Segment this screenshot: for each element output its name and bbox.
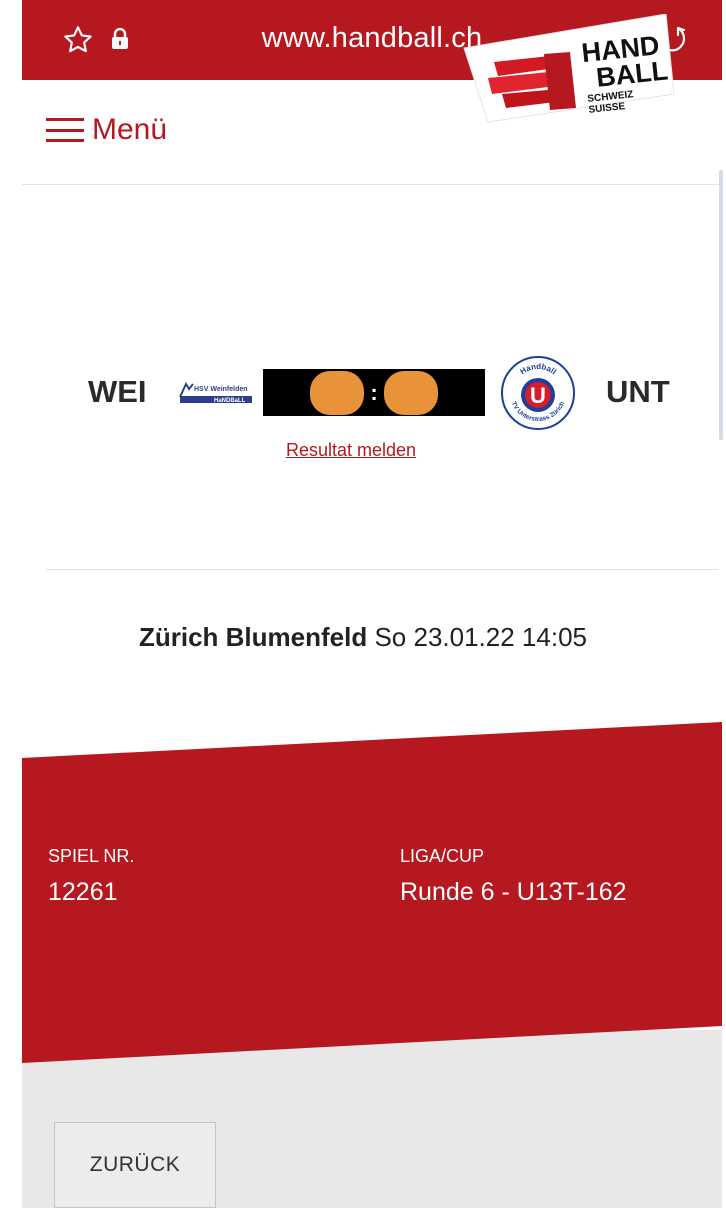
venue-name: Zürich Blumenfeld bbox=[138, 622, 368, 652]
league-value: Runde 6 - U13T-162 bbox=[400, 878, 627, 906]
league-label: LIGA/CUP bbox=[400, 846, 485, 866]
divider bbox=[46, 569, 718, 570]
away-logo-letter: U bbox=[530, 383, 546, 408]
score-box: : bbox=[263, 369, 485, 416]
game-number-value: 12261 bbox=[48, 878, 118, 906]
venue-datetime-line: Zürich Blumenfeld So 23.01.22 14:05 bbox=[0, 622, 726, 653]
away-team-logo: Handball TV Unterstrass Zürich U bbox=[501, 356, 575, 430]
menu-button[interactable]: Menü bbox=[46, 110, 167, 150]
home-team-logo: HSV Weinfelden HaNDBaLL bbox=[179, 381, 252, 404]
game-datetime: So 23.01.22 14:05 bbox=[374, 622, 587, 652]
away-score-hidden bbox=[383, 370, 438, 415]
menu-label: Menü bbox=[92, 113, 168, 146]
back-button[interactable]: ZURÜCK bbox=[54, 1122, 216, 1208]
hamburger-icon bbox=[46, 118, 84, 142]
game-number-label: SPIEL NR. bbox=[48, 846, 135, 866]
report-result-link[interactable]: Resultat melden bbox=[286, 440, 416, 461]
home-score-hidden bbox=[310, 370, 365, 415]
score-separator: : bbox=[370, 379, 378, 405]
home-team-abbr: WEI bbox=[88, 374, 147, 409]
away-team-abbr: UNT bbox=[606, 374, 670, 409]
side-scroll-indicator[interactable] bbox=[719, 170, 723, 440]
home-logo-text-2: HaNDBaLL bbox=[214, 398, 246, 404]
handball-schweiz-logo[interactable]: HAND BALL SCHWEIZ SUISSE bbox=[458, 14, 674, 126]
home-logo-text-1: HSV Weinfelden bbox=[194, 386, 248, 393]
